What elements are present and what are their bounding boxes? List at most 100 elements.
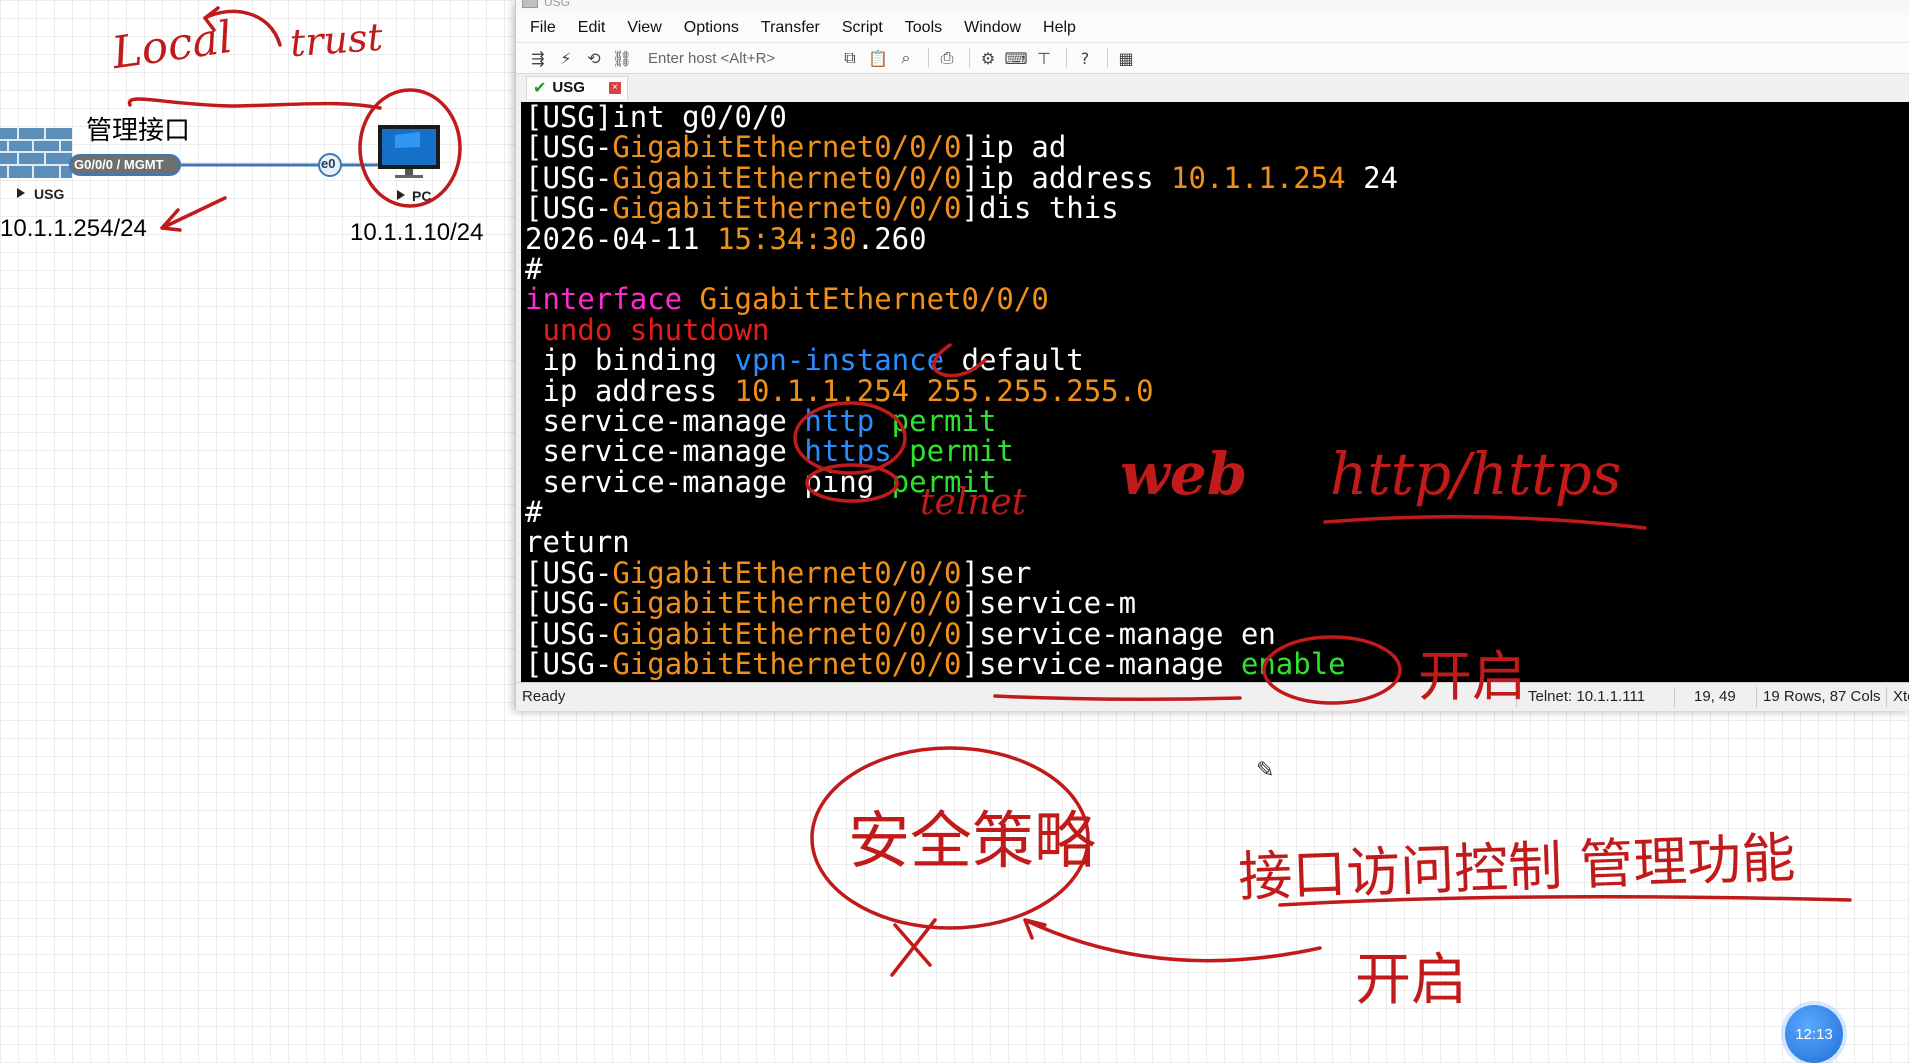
sftp-icon[interactable]: ⊤: [1032, 46, 1056, 70]
copy-icon[interactable]: ⧉: [838, 46, 862, 70]
toolbar-separator: [969, 48, 970, 68]
print-icon[interactable]: ⎙: [935, 46, 959, 70]
terminal-segment: http: [804, 403, 875, 438]
pc-ip-label: 10.1.1.10/24: [350, 219, 484, 246]
terminal-segment: return: [525, 525, 630, 560]
status-separator: [1674, 687, 1675, 707]
usg-ip-label: 10.1.1.254/24: [0, 215, 147, 242]
window-title: USG: [544, 0, 571, 9]
terminal-segment: [USG-: [525, 555, 613, 590]
menu-window[interactable]: Window: [964, 19, 1021, 37]
terminal-segment: 2026-04-11: [525, 221, 718, 256]
terminal-line: service-manage http permit: [525, 406, 1909, 436]
menu-transfer[interactable]: Transfer: [761, 19, 820, 37]
terminal-segment: service-manage: [525, 403, 805, 438]
menu-script[interactable]: Script: [842, 19, 883, 37]
mouse-cursor-icon: ✎: [1256, 758, 1275, 783]
usg-port-label: G0/0/0 / MGMT: [74, 157, 164, 172]
terminal-line: [USG-GigabitEthernet0/0/0]dis this: [525, 193, 1909, 223]
terminal-segment: GigabitEthernet0/0/0: [612, 130, 962, 165]
terminal-segment: ]dis this: [961, 191, 1119, 226]
status-cursor-pos: 19, 49: [1694, 688, 1736, 705]
session-tab-usg[interactable]: ✔ USG ×: [526, 75, 628, 99]
status-size: 19 Rows, 87 Cols: [1763, 688, 1881, 705]
annotation-open-1: 开启: [1418, 645, 1526, 708]
terminal-segment: #: [525, 495, 543, 530]
pc-icon[interactable]: [378, 125, 440, 178]
menu-file[interactable]: File: [530, 19, 556, 37]
toolbar-separator: [928, 48, 929, 68]
terminal-segment: ]service-manage: [961, 647, 1241, 682]
terminal-line: interface GigabitEthernet0/0/0: [525, 284, 1909, 314]
host-input[interactable]: [646, 48, 830, 68]
terminal-segment: enable: [1240, 647, 1346, 682]
keymap-icon[interactable]: ⌨: [1004, 46, 1028, 70]
annotation-security-policy: 安全策略: [848, 804, 1097, 877]
terminal-line: [USG-GigabitEthernet0/0/0]service-manage…: [525, 649, 1909, 679]
session-tab-label: USG: [552, 79, 585, 96]
pc-node-label: PC: [412, 188, 432, 204]
terminal-segment: ]ser: [961, 555, 1032, 590]
terminal-segment: 10.1.1.254: [1171, 160, 1346, 195]
terminal-line: [USG-GigabitEthernet0/0/0]ser: [525, 558, 1909, 588]
status-bar: Ready Telnet: 10.1.1.111 19, 49 19 Rows,…: [516, 682, 1909, 711]
close-icon[interactable]: ×: [608, 81, 621, 94]
terminal-segment: .260: [856, 221, 927, 256]
securecrt-window: USG File Edit View Options Transfer Scri…: [515, 0, 1909, 711]
menu-options[interactable]: Options: [684, 19, 739, 37]
terminal-segment: ip binding: [525, 343, 735, 378]
terminal-segment: [USG-: [525, 130, 613, 165]
session-tabbar: ✔ USG ×: [516, 74, 1909, 100]
terminal-segment: ]service-manage en: [961, 616, 1276, 651]
map-icon[interactable]: ▦: [1114, 46, 1138, 70]
annotation-http-https: http/https: [1330, 440, 1622, 508]
status-term: Xte: [1893, 688, 1909, 705]
annotation-arrow-to-security-policy: [1023, 918, 1322, 963]
menu-tools[interactable]: Tools: [905, 19, 942, 37]
find-icon[interactable]: ⌕: [894, 46, 918, 70]
floating-clock-button[interactable]: 12:13: [1785, 1005, 1843, 1063]
terminal-segment: https: [804, 434, 892, 469]
annotation-cross: [890, 918, 937, 977]
terminal-line: [USG]int g0/0/0: [525, 102, 1909, 132]
terminal-segment: permit: [874, 403, 997, 438]
app-icon: [522, 0, 538, 8]
terminal-segment: ]ip ad: [961, 130, 1067, 165]
terminal-line: ip binding vpn-instance default: [525, 345, 1909, 375]
annotation-open-2: 开启: [1355, 948, 1467, 1013]
firewall-icon[interactable]: [0, 128, 72, 178]
terminal-line: 2026-04-11 15:34:30.260: [525, 221, 1909, 256]
connect-icon[interactable]: ⇶: [526, 46, 550, 70]
toolbar: ⇶ ⚡ ⟲ ⛓ ⧉ 📋 ⌕ ⎙ ⚙ ⌨ ⊤ ? ▦: [516, 42, 1909, 74]
terminal-segment: GigabitEthernet0/0/0: [612, 191, 962, 226]
title-bar[interactable]: USG: [516, 0, 1909, 14]
menu-edit[interactable]: Edit: [578, 19, 606, 37]
disconnect-icon[interactable]: ⛓: [610, 46, 634, 70]
toolbar-separator: [1066, 48, 1067, 68]
paste-icon[interactable]: 📋: [866, 46, 890, 70]
quick-connect-icon[interactable]: ⚡: [554, 46, 578, 70]
terminal-segment: [USG-: [525, 647, 613, 682]
terminal-segment: GigabitEthernet0/0/0: [612, 555, 962, 590]
terminal-line: ip address 10.1.1.254 255.255.255.0: [525, 373, 1909, 408]
status-separator: [1756, 687, 1757, 707]
terminal-segment: [USG-: [525, 160, 613, 195]
status-separator: [1886, 687, 1887, 707]
reconnect-icon[interactable]: ⟲: [582, 46, 606, 70]
settings-icon[interactable]: ⚙: [976, 46, 1000, 70]
annotation-web: web: [1120, 440, 1248, 508]
terminal-output[interactable]: [USG]int g0/0/0 [USG-GigabitEthernet0/0/0…: [521, 102, 1909, 682]
mgmt-interface-label: 管理接口: [86, 115, 191, 145]
terminal-line: return: [525, 527, 1909, 557]
terminal-segment: 10.1.1.254 255.255.255.0: [734, 373, 1154, 408]
terminal-segment: 24: [1345, 160, 1399, 195]
terminal-segment: [USG-: [525, 586, 613, 621]
annotation-interface-access-control: 接口访问控制 管理功能: [1237, 826, 1797, 909]
menu-help[interactable]: Help: [1043, 19, 1076, 37]
status-session: Telnet: 10.1.1.111: [1528, 688, 1646, 705]
terminal-segment: service-manage: [525, 434, 805, 469]
menu-view[interactable]: View: [627, 19, 661, 37]
help-icon[interactable]: ?: [1073, 46, 1097, 70]
pc-port-label: e0: [321, 156, 336, 171]
annotation-trust: trust: [288, 14, 385, 66]
